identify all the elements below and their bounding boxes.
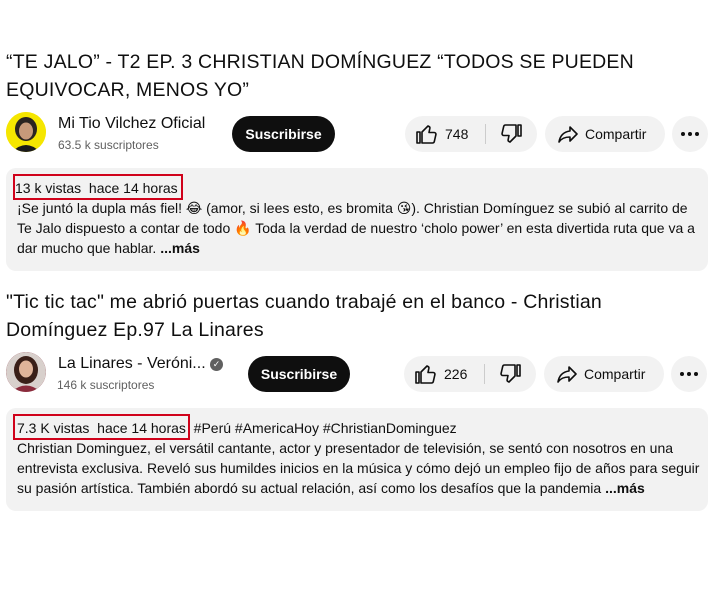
upload-age: hace 14 horas [88, 180, 178, 196]
subscriber-count: 146 k suscriptores [57, 378, 155, 392]
pill-divider [485, 124, 486, 144]
channel-avatar[interactable] [6, 112, 46, 152]
thumbs-up-icon [415, 365, 436, 384]
more-actions-button[interactable] [672, 116, 708, 152]
description-body: ¡Se juntó la dupla más fiel! 😂 (amor, si… [17, 200, 695, 256]
more-horizontal-icon [680, 372, 698, 376]
description-box[interactable]: 7.3 K vistas hace 14 horas #Perú #Americ… [6, 408, 708, 511]
video-title[interactable]: "Tic tic tac" me abrió puertas cuando tr… [6, 288, 706, 344]
view-count: 7.3 K vistas [17, 420, 90, 436]
subscriber-count: 63.5 k suscriptores [58, 138, 159, 152]
like-button[interactable]: 226 [404, 356, 484, 392]
verified-badge-icon: ✓ [210, 358, 223, 371]
share-label: Compartir [585, 126, 647, 142]
like-button[interactable]: 748 [405, 116, 485, 152]
more-horizontal-icon [681, 132, 699, 136]
share-button[interactable]: Compartir [545, 116, 665, 152]
more-actions-button[interactable] [671, 356, 707, 392]
show-more-link[interactable]: ...más [605, 480, 645, 496]
like-dislike-pill: 748 [405, 116, 537, 152]
person-avatar-icon [6, 112, 46, 152]
description-box[interactable]: 13 k vistas hace 14 horas ¡Se juntó la d… [6, 168, 708, 271]
like-count: 226 [444, 366, 468, 382]
view-count: 13 k vistas [15, 180, 82, 196]
subscribe-button[interactable]: Suscribirse [248, 356, 350, 392]
share-button[interactable]: Compartir [544, 356, 664, 392]
share-label: Compartir [584, 366, 646, 382]
upload-age: hace 14 horas [97, 420, 186, 436]
channel-name[interactable]: La Linares - Veróni... [58, 355, 206, 373]
share-icon [558, 126, 578, 143]
subscribe-button[interactable]: Suscribirse [232, 116, 335, 152]
description-body: Christian Dominguez, el versátil cantant… [17, 440, 700, 496]
person-avatar-icon [6, 352, 46, 392]
channel-row: Mi Tio Vilchez Oficial 63.5 k suscriptor… [0, 112, 720, 156]
video-meta: 7.3 K vistas hace 14 horas #Perú #Americ… [17, 420, 457, 436]
video-meta: 13 k vistas hace 14 horas [15, 180, 178, 196]
thumbs-down-icon [501, 124, 522, 143]
show-more-link[interactable]: ...más [160, 240, 200, 256]
hashtags[interactable]: #Perú #AmericaHoy #ChristianDominguez [194, 420, 457, 436]
share-icon [557, 366, 577, 383]
dislike-button[interactable] [486, 356, 532, 392]
channel-row: La Linares - Veróni... ✓ 146 k suscripto… [0, 352, 720, 396]
like-dislike-pill: 226 [404, 356, 536, 392]
description-text: ¡Se juntó la dupla más fiel! 😂 (amor, si… [17, 198, 702, 258]
channel-avatar[interactable] [6, 352, 46, 392]
pill-divider [484, 364, 485, 384]
description-text: Christian Dominguez, el versátil cantant… [17, 438, 702, 498]
like-count: 748 [445, 126, 469, 142]
channel-name[interactable]: Mi Tio Vilchez Oficial [58, 115, 205, 133]
thumbs-down-icon [500, 364, 521, 383]
thumbs-up-icon [416, 125, 437, 144]
dislike-button[interactable] [487, 116, 533, 152]
video-title[interactable]: “TE JALO” - T2 EP. 3 CHRISTIAN DOMÍNGUEZ… [6, 48, 706, 104]
